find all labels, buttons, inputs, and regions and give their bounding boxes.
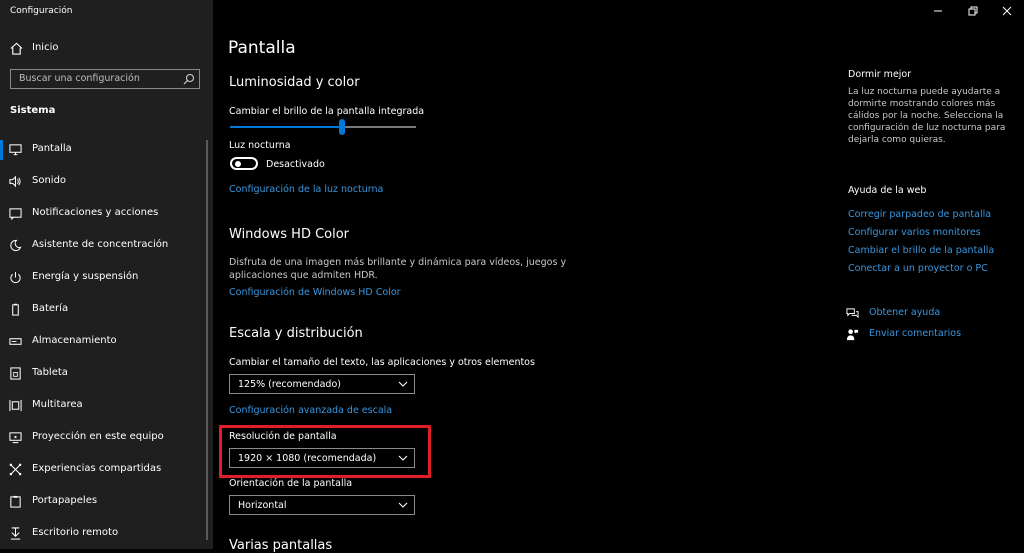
page-title: Pantalla (228, 38, 296, 58)
minimize-icon (934, 10, 942, 12)
sidebar-item-tableta[interactable]: Tableta (0, 361, 213, 387)
sidebar-item-label: Escritorio remoto (32, 527, 119, 538)
battery-icon (12, 303, 19, 316)
sidebar-item-escritorio-remoto[interactable]: Escritorio remoto (0, 521, 213, 547)
brightness-slider[interactable] (230, 119, 416, 135)
sleep-line: dormirte mostrando colores más (848, 99, 996, 109)
sidebar-item-label: Energía y suspensión (32, 271, 139, 282)
brightness-heading: Luminosidad y color (229, 75, 360, 90)
sidebar: Configuración Inicio Buscar una configur… (0, 0, 213, 549)
remote-desktop-icon (10, 527, 21, 540)
brightness-slider-fill (230, 126, 342, 128)
sidebar-item-label: Tableta (32, 367, 68, 378)
search-icon[interactable] (183, 73, 195, 85)
sidebar-item-label: Multitarea (32, 399, 83, 410)
moon-icon (10, 239, 22, 252)
minimize-button[interactable] (922, 0, 956, 22)
chevron-down-icon (398, 502, 408, 508)
display-icon (9, 144, 22, 156)
chat-help-icon (846, 308, 859, 319)
hdr-heading: Windows HD Color (229, 227, 350, 242)
night-light-state: Desactivado (266, 159, 325, 170)
sidebar-item-label: Pantalla (32, 143, 72, 154)
notification-icon (9, 208, 22, 220)
resolution-highlight-box (219, 425, 431, 478)
orientation-select-value: Horizontal (238, 500, 287, 511)
sleep-line: La luz nocturna puede ayudarte a (848, 87, 1001, 97)
sidebar-item-experiencias[interactable]: Experiencias compartidas (0, 457, 213, 483)
sidebar-item-proyeccion[interactable]: Proyección en este equipo (0, 425, 213, 451)
sidebar-item-portapapeles[interactable]: Portapapeles (0, 489, 213, 515)
sidebar-item-notificaciones[interactable]: Notificaciones y acciones (0, 201, 213, 227)
clipboard-icon (10, 495, 21, 508)
multiple-displays-heading: Varias pantallas (229, 538, 333, 553)
speaker-icon (9, 175, 21, 188)
window-controls (922, 0, 1024, 22)
night-light-settings-link[interactable]: Configuración de la luz nocturna (229, 184, 383, 195)
brightness-slider-thumb[interactable] (338, 119, 345, 135)
night-light-label: Luz nocturna (229, 140, 291, 151)
sidebar-home-label: Inicio (32, 42, 59, 53)
sidebar-item-label: Asistente de concentración (32, 239, 169, 250)
search-input[interactable]: Buscar una configuración (10, 69, 200, 89)
sleep-better-heading: Dormir mejor (848, 69, 912, 80)
hdr-description-line2: aplicaciones que admiten HDR. (229, 270, 378, 281)
sidebar-item-label: Proyección en este equipo (32, 431, 164, 442)
sidebar-item-pantalla[interactable]: Pantalla (0, 137, 213, 163)
scale-select-value: 125% (recomendado) (238, 379, 341, 390)
sleep-line: dejarla como quieras. (848, 135, 946, 145)
web-help-link[interactable]: Configurar varios monitores (848, 227, 981, 238)
sidebar-section-heading: Sistema (10, 105, 56, 116)
brightness-slider-label: Cambiar el brillo de la pantalla integra… (229, 106, 425, 117)
hdr-description-line1: Disfruta de una imagen más brillante y d… (229, 257, 567, 268)
orientation-label: Orientación de la pantalla (229, 478, 353, 489)
restore-button[interactable] (956, 0, 990, 22)
projection-icon (9, 432, 22, 444)
web-help-link[interactable]: Cambiar el brillo de la pantalla (848, 245, 994, 256)
storage-icon (9, 338, 22, 345)
web-help-heading: Ayuda de la web (848, 185, 927, 196)
send-feedback-label: Enviar comentarios (869, 328, 962, 339)
scale-heading: Escala y distribución (229, 326, 363, 341)
tablet-icon (10, 367, 21, 380)
get-help-label: Obtener ayuda (869, 307, 941, 318)
sidebar-item-concentracion[interactable]: Asistente de concentración (0, 233, 213, 259)
sleep-line: cálidos por la noche. Selecciona la (848, 111, 1004, 121)
advanced-scaling-link[interactable]: Configuración avanzada de escala (229, 405, 392, 416)
multitask-icon (9, 399, 22, 412)
sidebar-item-label: Portapapeles (32, 495, 98, 506)
sidebar-item-label: Almacenamiento (32, 335, 117, 346)
feedback-icon (846, 329, 859, 341)
home-icon (10, 42, 23, 55)
power-icon (10, 271, 21, 284)
sidebar-home[interactable]: Inicio (0, 37, 213, 61)
sidebar-scrollbar[interactable] (206, 140, 208, 540)
sleep-line: configuración de luz nocturna para (848, 123, 1006, 133)
search-placeholder: Buscar una configuración (19, 73, 140, 84)
sidebar-item-sonido[interactable]: Sonido (0, 169, 213, 195)
sidebar-item-energia[interactable]: Energía y suspensión (0, 265, 213, 291)
web-help-link[interactable]: Corregir parpadeo de pantalla (848, 209, 991, 220)
restore-icon (968, 6, 978, 16)
sidebar-item-label: Batería (32, 303, 69, 314)
close-icon (1002, 6, 1012, 16)
shared-icon (9, 463, 22, 476)
orientation-select[interactable]: Horizontal (229, 495, 415, 515)
night-light-toggle[interactable] (230, 157, 258, 170)
sidebar-item-multitarea[interactable]: Multitarea (0, 393, 213, 419)
sidebar-item-label: Notificaciones y acciones (32, 207, 159, 218)
sidebar-item-label: Sonido (32, 175, 67, 186)
sidebar-item-bateria[interactable]: Batería (0, 297, 213, 323)
web-help-link[interactable]: Conectar a un proyector o PC (848, 263, 988, 274)
sidebar-item-almacenamiento[interactable]: Almacenamiento (0, 329, 213, 355)
chevron-down-icon (398, 381, 408, 387)
close-button[interactable] (990, 0, 1024, 22)
hdr-settings-link[interactable]: Configuración de Windows HD Color (229, 287, 401, 298)
scale-size-label: Cambiar el tamaño del texto, las aplicac… (229, 357, 535, 368)
scale-select[interactable]: 125% (recomendado) (229, 374, 415, 394)
sleep-better-description: La luz nocturna puede ayudarte a dormirt… (848, 86, 1013, 146)
window-title: Configuración (10, 6, 73, 16)
toggle-knob (235, 161, 241, 167)
sidebar-item-label: Experiencias compartidas (32, 463, 162, 474)
